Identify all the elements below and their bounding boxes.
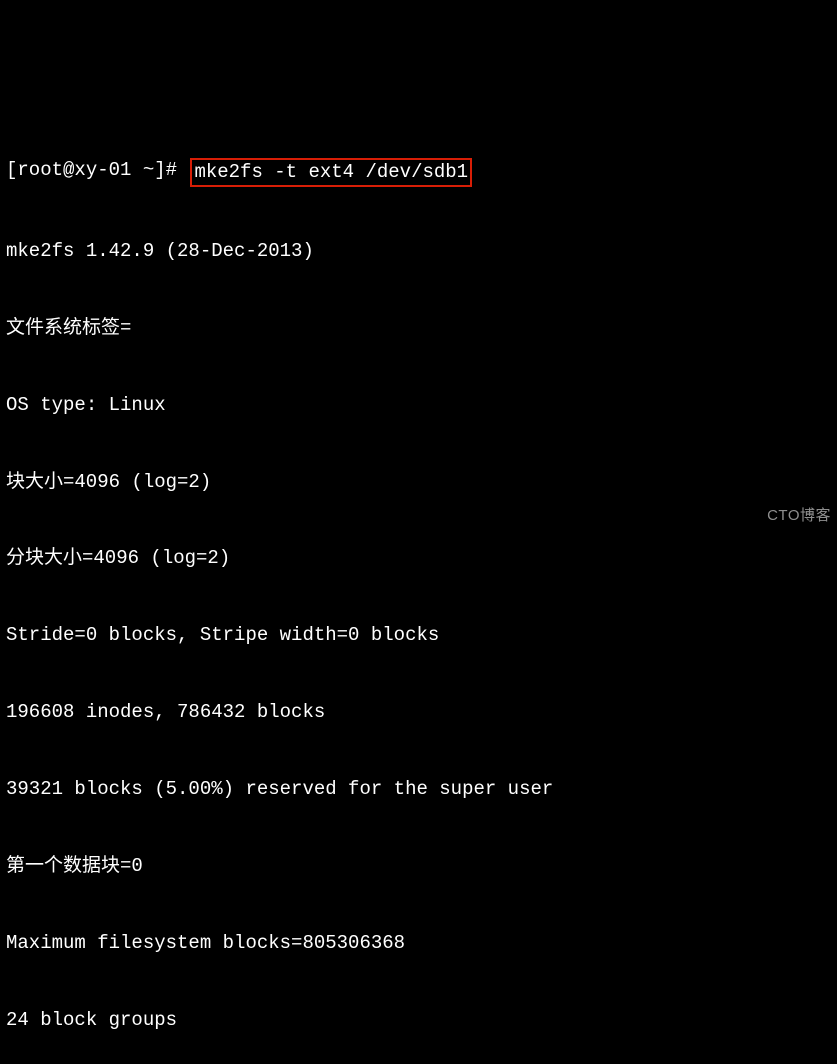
entered-command[interactable]: mke2fs -t ext4 /dev/sdb1 xyxy=(190,158,472,188)
output-line: 块大小=4096 (log=2) xyxy=(6,470,831,496)
output-line: 第一个数据块=0 xyxy=(6,854,831,880)
watermark-text: CTO博客 xyxy=(767,506,831,526)
output-line: 24 block groups xyxy=(6,1008,831,1034)
output-line: 39321 blocks (5.00%) reserved for the su… xyxy=(6,777,831,803)
output-line: Stride=0 blocks, Stripe width=0 blocks xyxy=(6,623,831,649)
command-prompt-line: [root@xy-01 ~]# mke2fs -t ext4 /dev/sdb1 xyxy=(6,158,831,188)
shell-prompt: [root@xy-01 ~]# xyxy=(6,158,188,184)
output-line: 196608 inodes, 786432 blocks xyxy=(6,700,831,726)
output-line: Maximum filesystem blocks=805306368 xyxy=(6,931,831,957)
output-line: mke2fs 1.42.9 (28-Dec-2013) xyxy=(6,239,831,265)
output-line: 文件系统标签= xyxy=(6,316,831,342)
output-line: OS type: Linux xyxy=(6,393,831,419)
output-line: 分块大小=4096 (log=2) xyxy=(6,546,831,572)
terminal-output: [root@xy-01 ~]# mke2fs -t ext4 /dev/sdb1… xyxy=(6,107,831,1064)
